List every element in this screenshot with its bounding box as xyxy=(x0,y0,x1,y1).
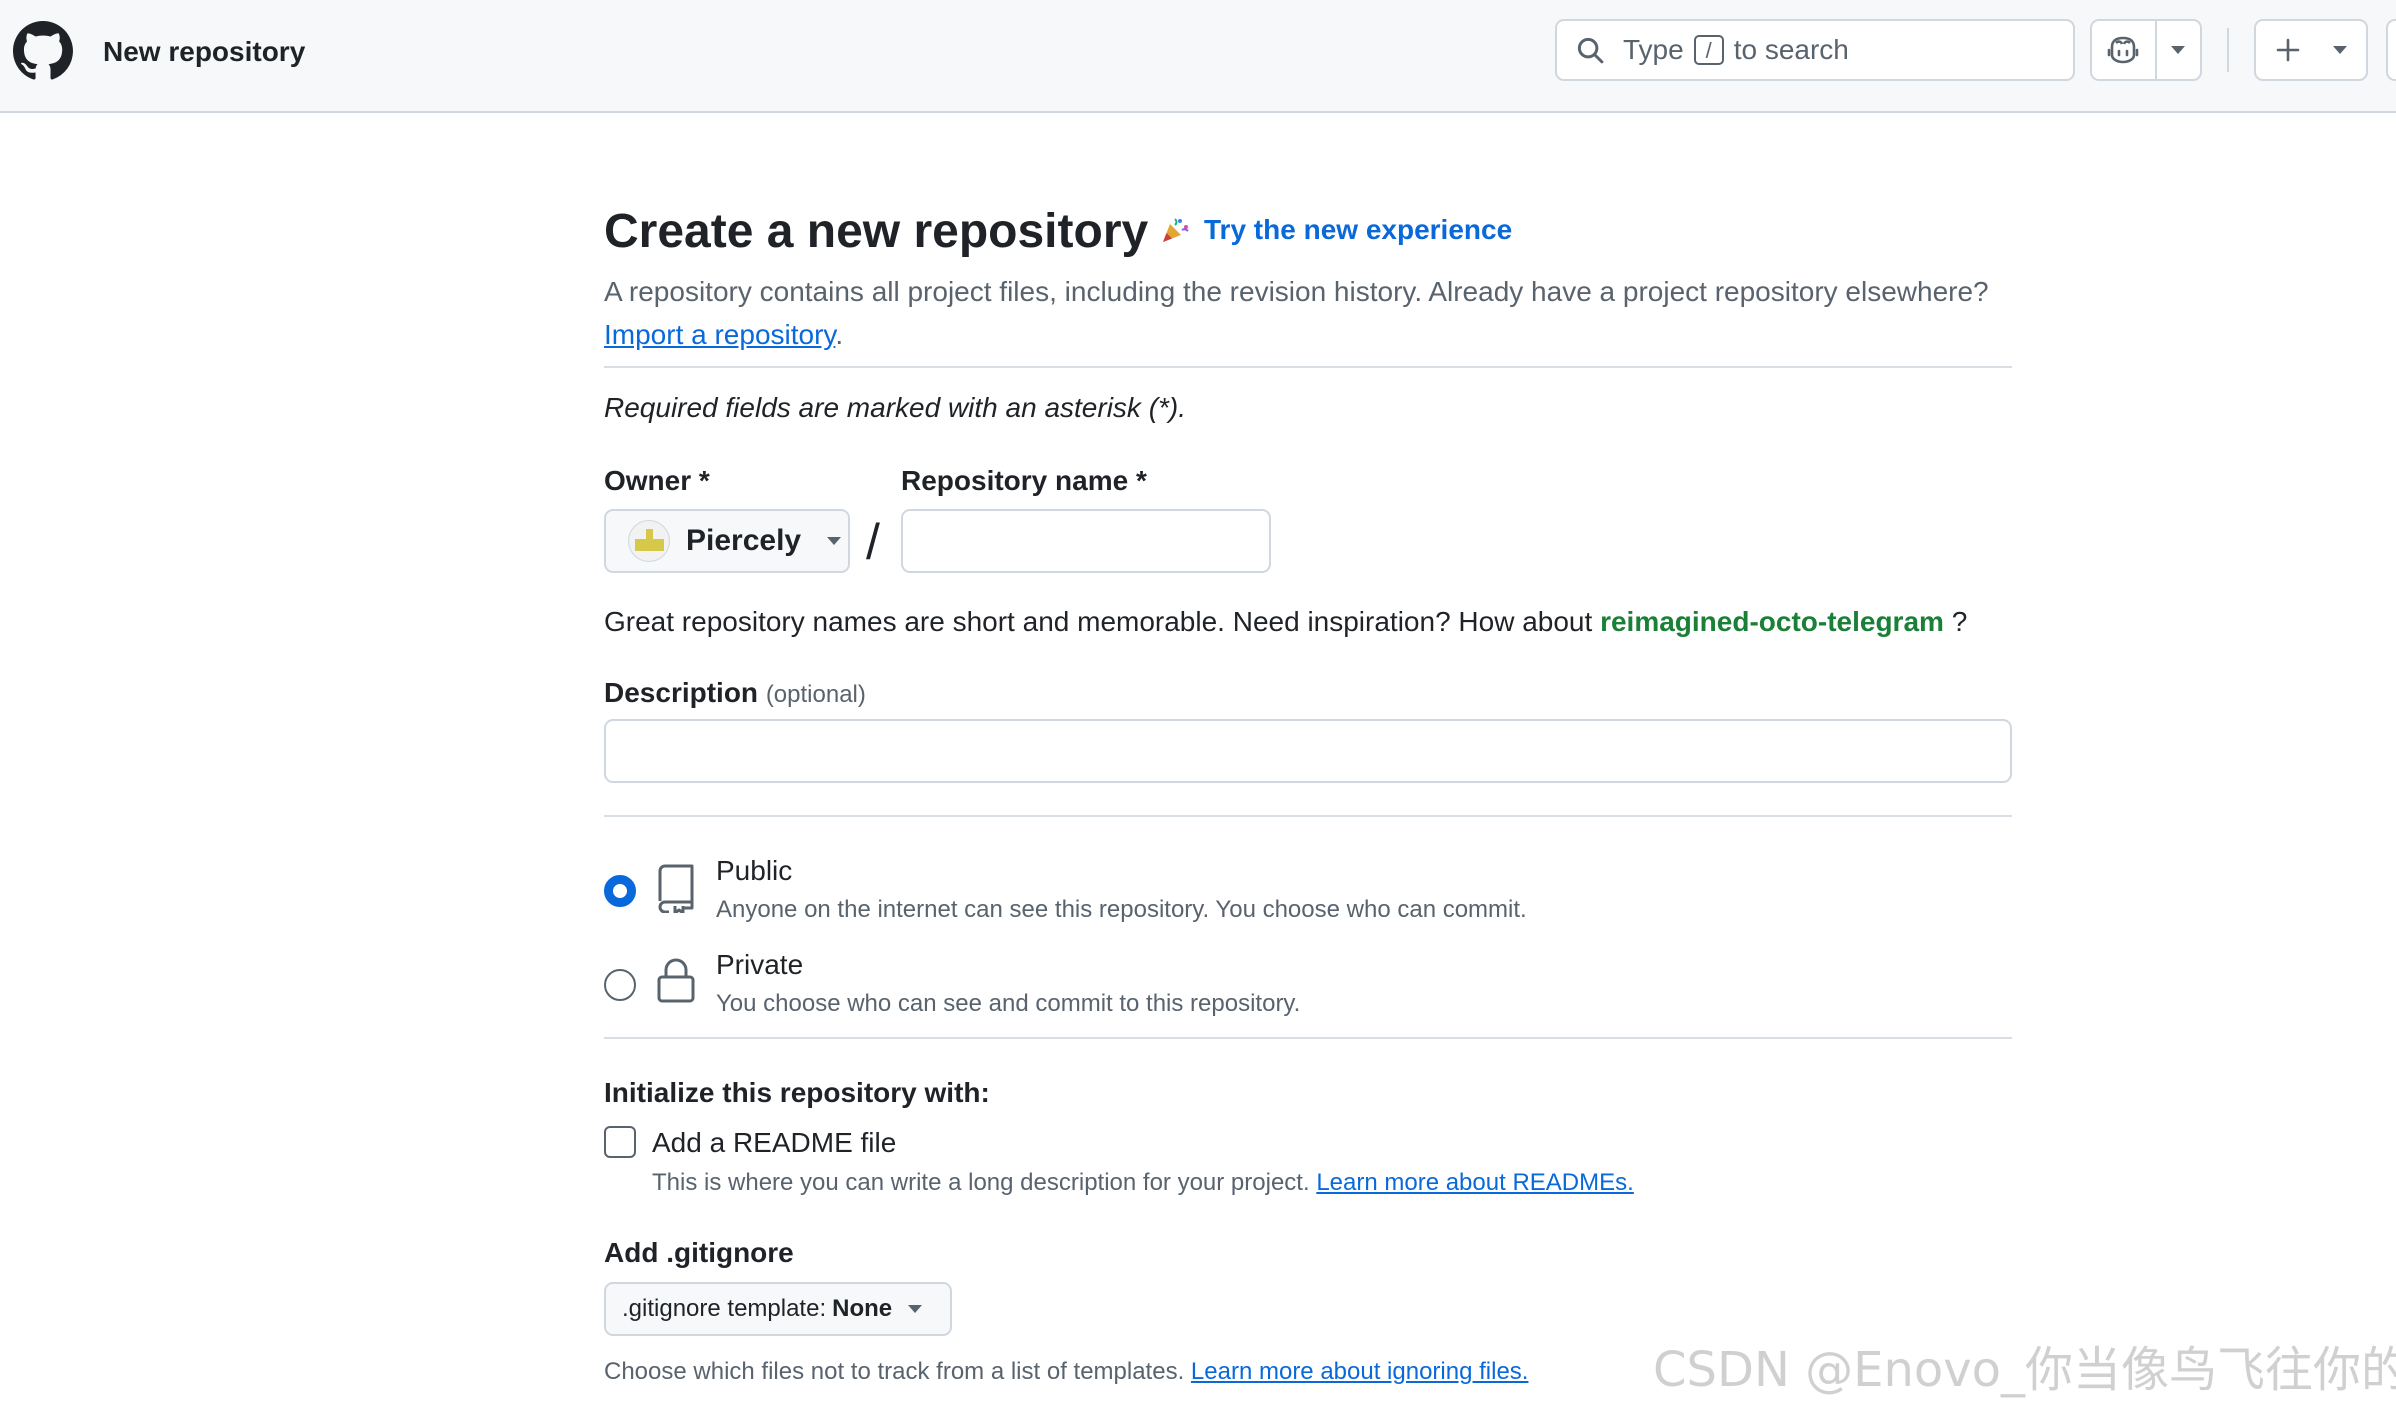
owner-avatar xyxy=(628,520,670,562)
watermark: CSDN @Enovo_你当像鸟飞往你的山 xyxy=(1653,1342,2396,1398)
intro-period: . xyxy=(835,319,844,350)
party-popper-icon xyxy=(1163,218,1189,242)
chevron-down-icon xyxy=(908,1305,923,1313)
learn-more-readmes-link[interactable]: Learn more about READMEs. xyxy=(1316,1169,1633,1196)
header-separator xyxy=(2227,28,2229,72)
issues-button[interactable] xyxy=(2386,19,2396,81)
top-header: New repository Type / to search xyxy=(0,0,2396,113)
repo-name-label: Repository name * xyxy=(901,465,1147,496)
github-logo-icon[interactable] xyxy=(13,21,73,81)
private-title: Private xyxy=(716,949,804,980)
chevron-down-icon xyxy=(2333,46,2347,54)
header-title: New repository xyxy=(103,36,306,67)
intro-text: A repository contains all project files,… xyxy=(604,276,1989,307)
description-label: Description (optional) xyxy=(604,673,866,715)
private-description: You choose who can see and commit to thi… xyxy=(716,990,1301,1017)
divider xyxy=(604,815,2012,817)
plus-icon xyxy=(2276,38,2300,62)
plus-button[interactable] xyxy=(2256,21,2320,79)
description-input[interactable] xyxy=(604,719,2012,783)
search-shortcut-key: / xyxy=(1693,35,1724,65)
readme-checkbox[interactable] xyxy=(604,1126,636,1158)
gitignore-template-select[interactable]: .gitignore template: None xyxy=(604,1282,952,1336)
gitignore-heading: Add .gitignore xyxy=(604,1237,794,1268)
try-new-experience-link[interactable]: Try the new experience xyxy=(1204,214,1512,246)
copilot-button-group xyxy=(2090,19,2202,81)
owner-label: Owner * xyxy=(604,465,710,496)
owner-repo-separator: / xyxy=(866,514,880,570)
suggested-name[interactable]: reimagined-octo-telegram xyxy=(1600,606,1944,637)
description-label-text: Description xyxy=(604,677,759,708)
readme-description: This is where you can write a long descr… xyxy=(652,1166,1634,1200)
hint-text: Great repository names are short and mem… xyxy=(604,606,1593,637)
required-fields-note: Required fields are marked with an aster… xyxy=(604,392,1187,423)
private-radio[interactable] xyxy=(604,969,636,1001)
repo-icon xyxy=(658,864,694,913)
divider xyxy=(604,1037,2012,1039)
hint-end: ? xyxy=(1951,606,1968,637)
gitignore-select-value: None xyxy=(832,1295,893,1322)
learn-more-ignoring-files-link[interactable]: Learn more about ignoring files. xyxy=(1191,1358,1529,1385)
copilot-menu-button[interactable] xyxy=(2157,21,2200,79)
visibility-option-public[interactable]: Public Anyone on the internet can see th… xyxy=(604,851,2012,931)
chevron-down-icon xyxy=(827,537,842,545)
initialize-heading: Initialize this repository with: xyxy=(604,1077,990,1108)
repo-name-hint: Great repository names are short and mem… xyxy=(604,602,1967,642)
owner-name: Piercely xyxy=(686,524,802,557)
search-suffix: to search xyxy=(1733,34,1849,65)
search-prefix: Type xyxy=(1623,34,1684,65)
visibility-option-private[interactable]: Private You choose who can see and commi… xyxy=(604,945,2012,1025)
gitignore-select-prefix: .gitignore template: xyxy=(622,1295,827,1322)
search-icon xyxy=(1577,37,1604,64)
owner-select-button[interactable]: Piercely xyxy=(604,509,850,573)
divider xyxy=(604,366,2012,368)
optional-tag: (optional) xyxy=(765,681,866,708)
page-title: Create a new repository xyxy=(604,205,1149,258)
public-description: Anyone on the internet can see this repo… xyxy=(716,896,1527,923)
copilot-button[interactable] xyxy=(2092,21,2155,79)
gitignore-note-text: Choose which files not to track from a l… xyxy=(604,1358,1185,1385)
gitignore-note: Choose which files not to track from a l… xyxy=(604,1355,1528,1389)
lock-icon xyxy=(657,958,695,1003)
search-input[interactable]: Type / to search xyxy=(1555,19,2075,81)
repository-name-input[interactable] xyxy=(901,509,1271,573)
public-radio[interactable] xyxy=(604,875,636,907)
intro-paragraph: A repository contains all project files,… xyxy=(604,270,2012,356)
import-repository-link[interactable]: Import a repository xyxy=(604,319,835,350)
readme-title[interactable]: Add a README file xyxy=(652,1123,896,1163)
public-title: Public xyxy=(716,855,793,886)
readme-desc-text: This is where you can write a long descr… xyxy=(652,1169,1310,1196)
copilot-icon xyxy=(2108,36,2139,64)
try-new-experience[interactable]: Try the new experience xyxy=(1160,214,1512,246)
chevron-down-icon xyxy=(2171,46,2186,54)
create-new-button[interactable] xyxy=(2254,19,2368,81)
create-menu-caret[interactable] xyxy=(2320,21,2360,79)
